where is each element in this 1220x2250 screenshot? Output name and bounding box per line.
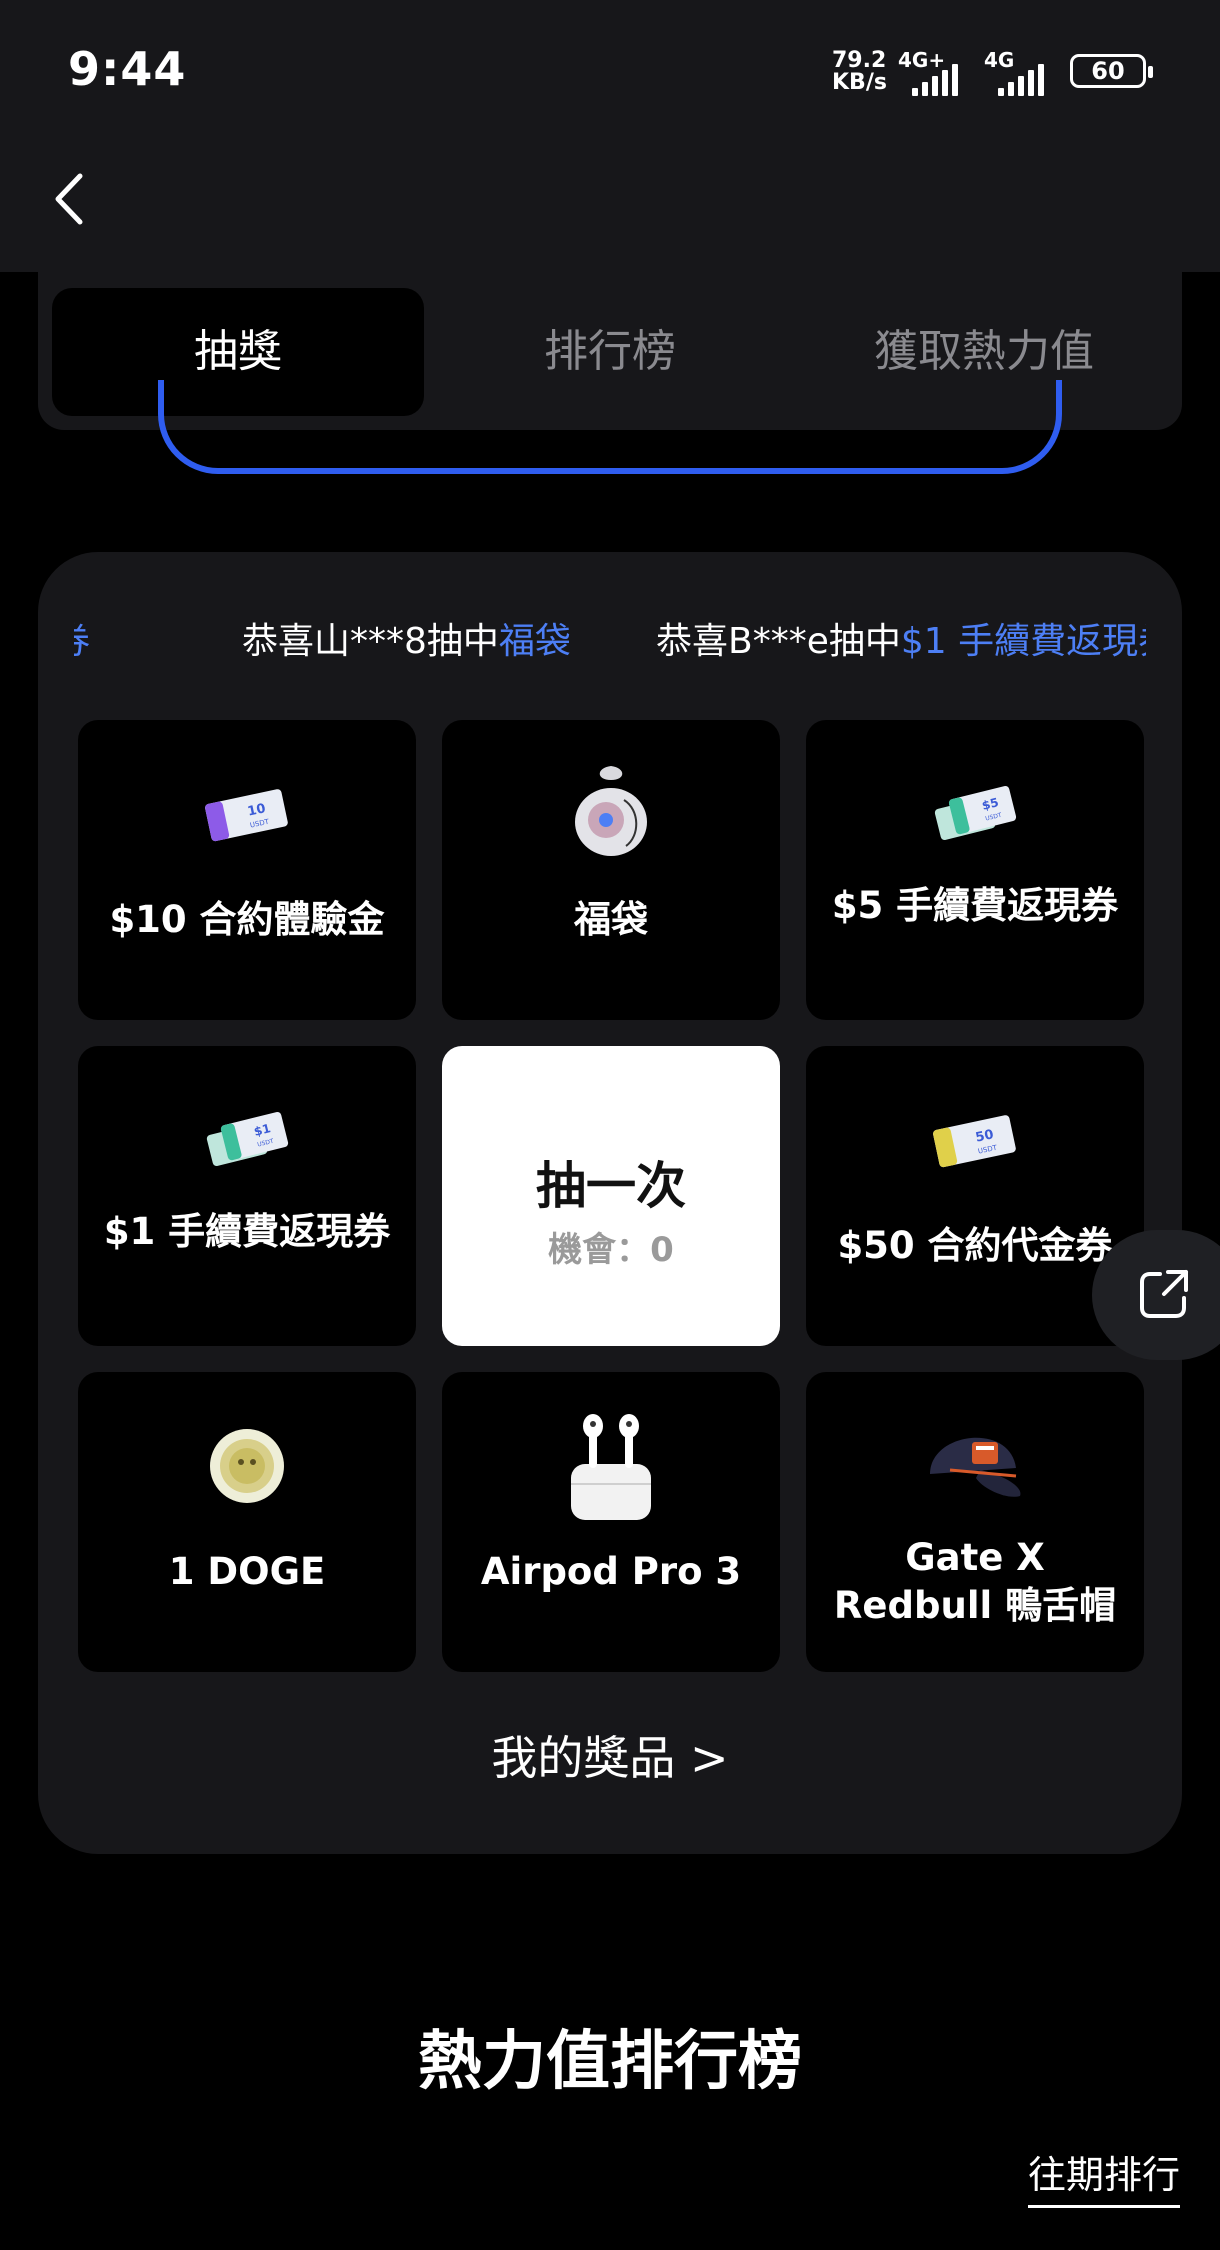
network-speed-unit: KB/s xyxy=(832,70,887,95)
lottery-card: 券 恭喜山***8抽中福袋 恭喜B***e抽中$1 手續費返現券 10 USDT… xyxy=(38,552,1182,1854)
progress-arc xyxy=(158,380,1062,474)
lucky-bag-icon xyxy=(575,766,647,856)
prize-label: $50 合約代金券 xyxy=(837,1224,1113,1267)
share-button[interactable] xyxy=(1092,1230,1220,1360)
prize-cell-lucky-bag: 福袋 xyxy=(442,720,780,1020)
prize-cell-doge: 1 DOGE xyxy=(78,1372,416,1672)
prize-cell-1-fee-rebate: $1 USDT $1 手續費返現券 xyxy=(78,1046,416,1346)
prize-cell-5-fee-rebate: $5 USDT $5 手續費返現券 xyxy=(806,720,1144,1020)
marquee-item-tail: 券 xyxy=(74,612,90,672)
network-speed: 79.2 KB/s xyxy=(832,50,887,94)
prize-cell-10-contract-trial: 10 USDT $10 合約體驗金 xyxy=(78,720,416,1020)
status-bar: 9:44 79.2 KB/s 4G+ 4G 60 xyxy=(0,0,1220,140)
voucher-icon: 50 USDT xyxy=(933,1115,1016,1168)
history-ranking-link[interactable]: 往期排行 xyxy=(1028,2144,1181,2208)
prize-cell-redbull-cap: Gate X Redbull 鴨舌帽 xyxy=(806,1372,1144,1672)
doge-coin-icon xyxy=(210,1429,284,1503)
signal-bars-icon xyxy=(912,64,958,96)
cap-icon xyxy=(930,1437,1021,1497)
marquee-text: 恭喜山***8抽中 xyxy=(242,621,499,662)
back-icon[interactable] xyxy=(50,172,90,226)
airpods-icon xyxy=(571,1414,651,1520)
nav-bar xyxy=(0,140,1220,272)
voucher-icon: 10 USDT xyxy=(205,789,288,842)
signal-bars-icon xyxy=(998,64,1044,96)
page: 9:44 79.2 KB/s 4G+ 4G 60 抽獎 排行榜 獲取熱力值 恭喜… xyxy=(0,0,1220,2250)
draw-once-label: 抽一次 xyxy=(536,1157,686,1215)
draw-once-button[interactable]: 抽一次 機會：0 xyxy=(442,1046,780,1346)
prize-cell-airpods: Airpod Pro 3 xyxy=(442,1372,780,1672)
marquee-item: 恭喜山***8抽中福袋 xyxy=(242,612,571,672)
prize-label: Gate X Redbull 鴨舌帽 xyxy=(833,1536,1117,1627)
prize-label: $1 手續費返現券 xyxy=(103,1210,391,1253)
share-icon xyxy=(1140,1270,1188,1318)
ranking-title: 熱力值排行榜 xyxy=(418,2025,802,2099)
prize-label: 1 DOGE xyxy=(168,1550,326,1593)
marquee-prize: 福袋 xyxy=(498,621,571,662)
prize-label: 福袋 xyxy=(574,898,648,941)
draw-chances-label: 機會：0 xyxy=(548,1230,674,1270)
network-speed-value: 79.2 xyxy=(832,48,887,73)
marquee-prize: $1 手續費返現券 xyxy=(900,621,1146,662)
prize-label: Airpod Pro 3 xyxy=(480,1550,742,1593)
prize-label: $10 合約體驗金 xyxy=(109,898,385,941)
winner-marquee: 券 恭喜山***8抽中福袋 恭喜B***e抽中$1 手續費返現券 xyxy=(74,612,1146,672)
my-prizes-link[interactable]: 我的獎品 > xyxy=(38,1722,1182,1788)
status-time: 9:44 xyxy=(68,42,187,96)
marquee-text: 恭喜B***e抽中 xyxy=(656,621,901,662)
prize-label: $5 手續費返現券 xyxy=(831,884,1119,927)
battery-icon: 60 xyxy=(1070,54,1153,88)
voucher-icon: $5 USDT xyxy=(934,785,1017,841)
voucher-icon: $1 USDT xyxy=(206,1111,289,1167)
marquee-item: 恭喜B***e抽中$1 手續費返現券 xyxy=(656,612,1146,672)
